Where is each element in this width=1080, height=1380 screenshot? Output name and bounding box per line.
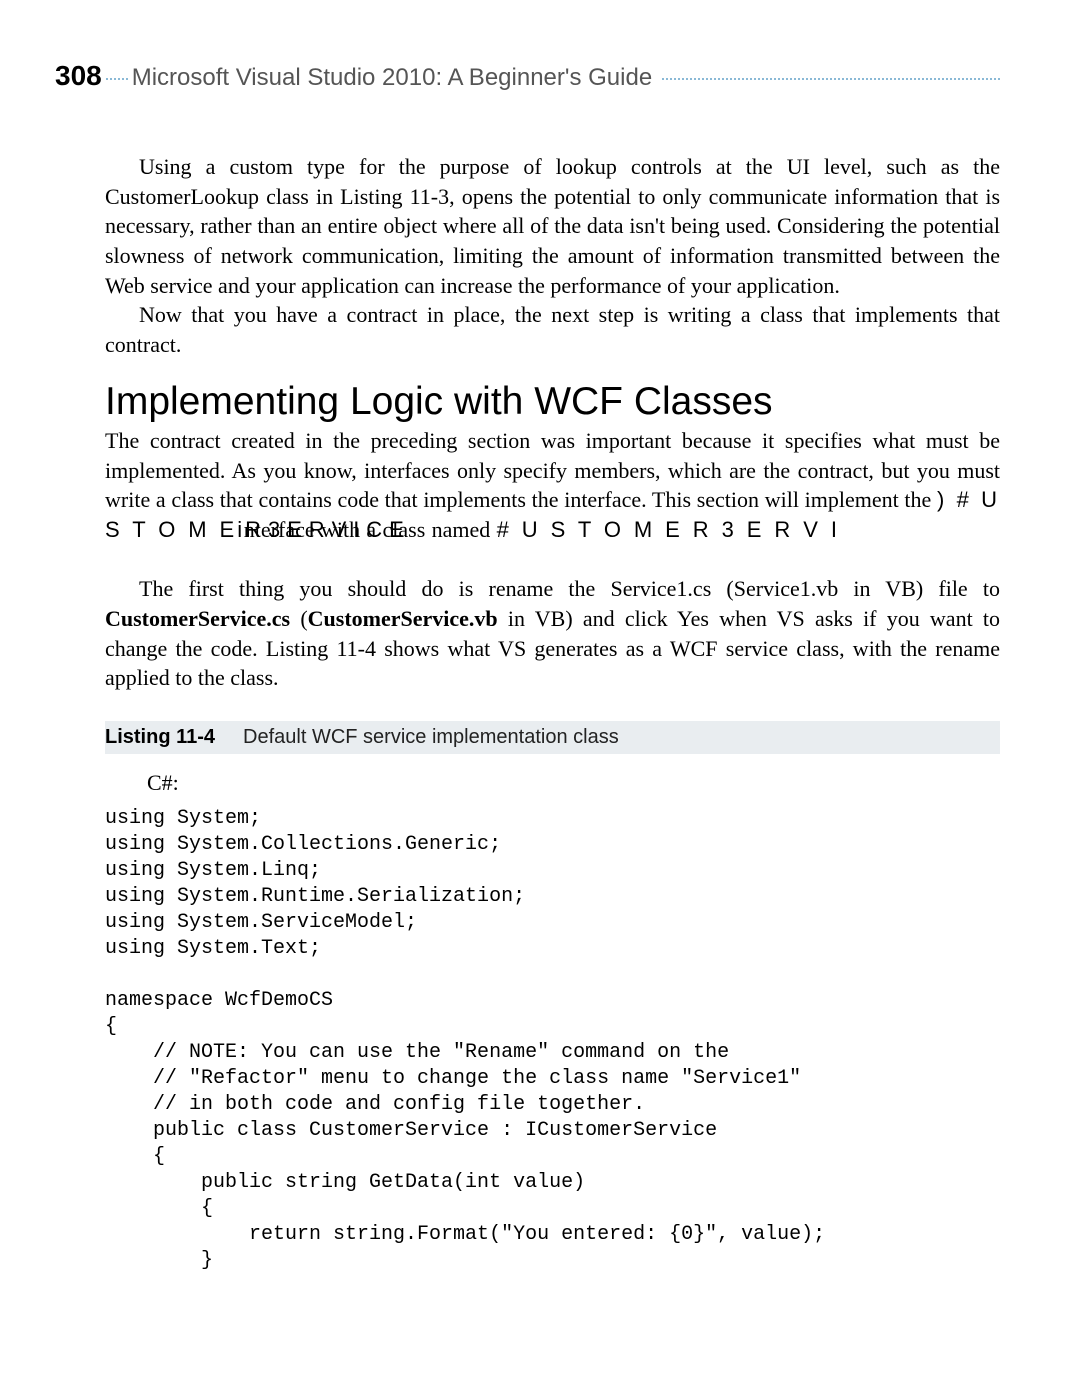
text: Now that you have a contract in place, t… xyxy=(105,302,1000,357)
t: ( xyxy=(290,606,308,631)
page-header: 308 Microsoft Visual Studio 2010: A Begi… xyxy=(55,60,1000,92)
book-title: Microsoft Visual Studio 2010: A Beginner… xyxy=(132,64,652,92)
listing-header: Listing 11-4 Default WCF service impleme… xyxy=(105,721,1000,754)
listing-caption: Default WCF service implementation class xyxy=(243,726,619,749)
body-paragraph-1b: Now that you have a contract in place, t… xyxy=(105,300,1000,359)
body-paragraph-3: The first thing you should do is rename … xyxy=(105,574,1000,693)
bold-1: CustomerService.cs xyxy=(105,606,290,631)
body-paragraph-1a: Using a custom type for the purpose of l… xyxy=(105,152,1000,300)
code-block: using System; using System.Collections.G… xyxy=(105,806,1000,1274)
code-language-label: C#: xyxy=(147,770,1000,796)
section-heading: Implementing Logic with WCF Classes xyxy=(105,380,1000,424)
t: The first thing you should do is rename … xyxy=(139,576,1000,601)
listing-label: Listing 11-4 xyxy=(105,726,215,749)
t: The contract created in the preceding se… xyxy=(105,428,1000,512)
dotted-separator xyxy=(106,78,128,80)
t2: nterface with a class named xyxy=(244,517,497,542)
page-number: 308 xyxy=(55,60,102,92)
text: Using a custom type for the purpose of l… xyxy=(105,154,1000,298)
body-paragraph-2: The contract created in the preceding se… xyxy=(105,426,1000,574)
dotted-trail xyxy=(662,78,1000,80)
bold-2: CustomerService.vb xyxy=(308,606,498,631)
